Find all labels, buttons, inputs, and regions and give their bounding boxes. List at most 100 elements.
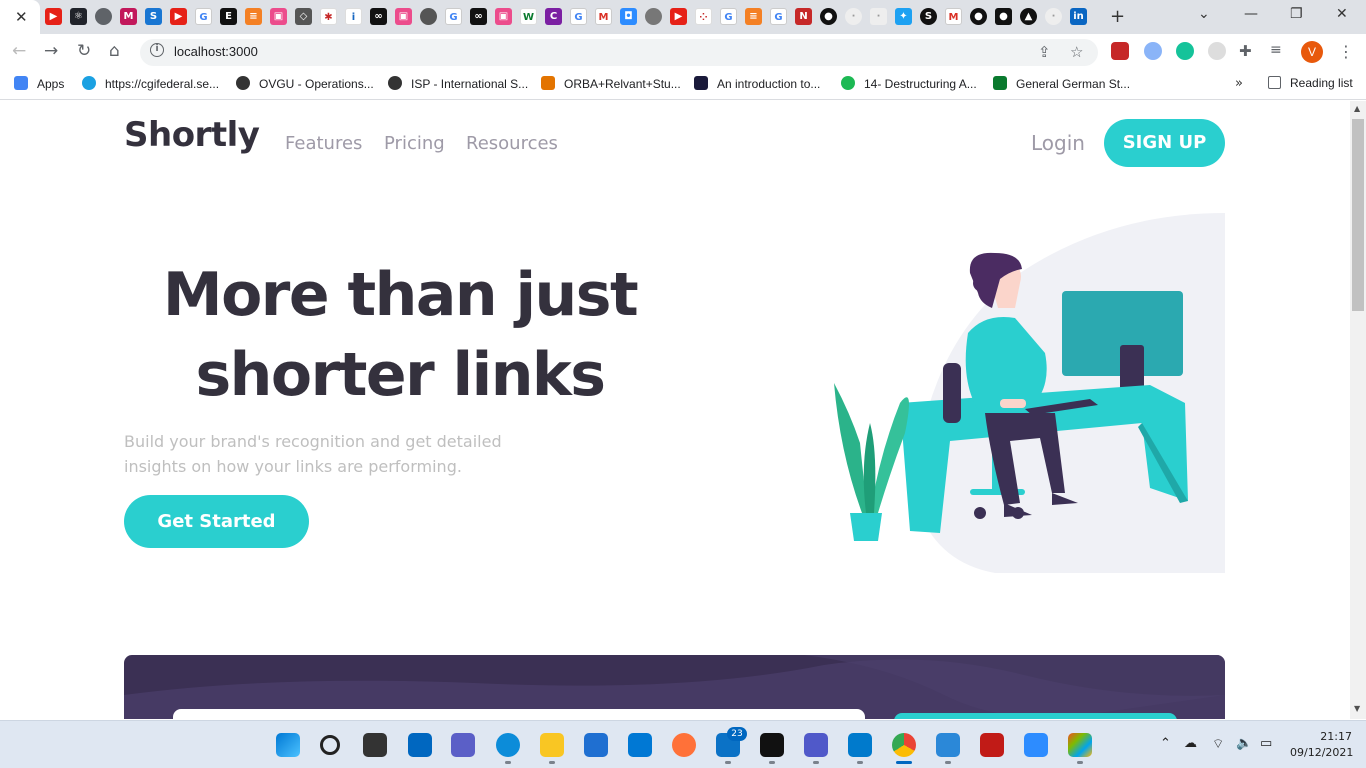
sj-tab-icon[interactable]: S xyxy=(920,8,937,25)
bookmark-item[interactable]: ISP - International S... xyxy=(388,76,528,94)
bookmark-apps[interactable]: Apps xyxy=(14,76,64,94)
stackoverflow-tab-icon[interactable]: ≡ xyxy=(745,8,762,25)
edge-icon[interactable] xyxy=(496,733,520,757)
nav-features[interactable]: Features xyxy=(285,133,362,154)
clock[interactable]: 21:17 09/12/2021 xyxy=(1290,729,1353,761)
signup-button[interactable]: SIGN UP xyxy=(1104,119,1225,167)
google-tab-icon[interactable]: G xyxy=(445,8,462,25)
blank-tab-icon[interactable]: · xyxy=(1045,8,1062,25)
nav-resources[interactable]: Resources xyxy=(466,133,558,154)
back-button[interactable]: ← xyxy=(12,41,26,61)
battery-icon[interactable]: ▭ xyxy=(1260,736,1272,751)
site-logo[interactable]: Shortly xyxy=(124,115,260,155)
grammarly-icon[interactable] xyxy=(1176,42,1194,60)
eh-tab-icon[interactable]: E xyxy=(220,8,237,25)
firefox-icon[interactable] xyxy=(672,733,696,757)
linkedin-tab-icon[interactable]: in xyxy=(1070,8,1087,25)
c-tab-icon[interactable]: C xyxy=(545,8,562,25)
reading-list-button[interactable]: Reading list xyxy=(1268,76,1353,90)
profile-avatar[interactable]: V xyxy=(1301,41,1323,63)
info-tab-icon[interactable]: i xyxy=(345,8,362,25)
file-explorer-icon[interactable] xyxy=(540,733,564,757)
url-text[interactable]: localhost:3000 xyxy=(174,44,258,59)
blank-tab-icon[interactable]: · xyxy=(845,8,862,25)
share-icon[interactable]: ⇪ xyxy=(1038,43,1051,61)
wifi-icon[interactable]: ⌔ xyxy=(1212,736,1224,752)
tab-search-icon[interactable]: ⌄ xyxy=(1198,6,1210,22)
tab-close-icon[interactable]: ✕ xyxy=(15,7,28,27)
bookmark-item[interactable]: 14- Destructuring A... xyxy=(841,76,977,94)
scroll-thumb[interactable] xyxy=(1352,119,1364,311)
chrome-icon[interactable] xyxy=(892,733,916,757)
github-tab-icon[interactable]: ● xyxy=(820,8,837,25)
app-icon[interactable] xyxy=(1068,733,1092,757)
home-button[interactable]: ⌂ xyxy=(109,41,120,61)
forward-button[interactable]: → xyxy=(44,41,58,61)
pink-tab-icon[interactable]: ▣ xyxy=(270,8,287,25)
link-tab-icon[interactable]: ∞ xyxy=(370,8,387,25)
bookmark-item[interactable]: OVGU - Operations... xyxy=(236,76,374,94)
globe-tab-icon[interactable] xyxy=(95,8,112,25)
github-tab-icon[interactable]: ● xyxy=(970,8,987,25)
scroll-down-icon[interactable]: ▼ xyxy=(1354,704,1360,713)
pink-tab-icon[interactable]: ▣ xyxy=(395,8,412,25)
login-link[interactable]: Login xyxy=(1031,131,1085,155)
chrome-menu-icon[interactable]: ⋮ xyxy=(1338,42,1354,61)
zoom-tab-icon[interactable]: ◘ xyxy=(620,8,637,25)
gmail-tab-icon[interactable]: M xyxy=(595,8,612,25)
blank-tab-icon[interactable]: · xyxy=(870,8,887,25)
extension-icon[interactable] xyxy=(1208,42,1226,60)
mail-icon[interactable] xyxy=(628,733,652,757)
google-tab-icon[interactable]: G xyxy=(570,8,587,25)
nav-pricing[interactable]: Pricing xyxy=(384,133,445,154)
google-tab-icon[interactable]: G xyxy=(720,8,737,25)
search-icon[interactable] xyxy=(320,735,340,755)
codesandbox-tab-icon[interactable]: ◇ xyxy=(295,8,312,25)
notepad-icon[interactable] xyxy=(936,733,960,757)
volume-icon[interactable]: 🔈 xyxy=(1236,736,1252,751)
bookmark-item[interactable]: An introduction to... xyxy=(694,76,820,94)
twitter-tab-icon[interactable]: ✦ xyxy=(895,8,912,25)
link-tab-icon[interactable]: ∞ xyxy=(470,8,487,25)
google-tab-icon[interactable]: G xyxy=(770,8,787,25)
media-control-icon[interactable]: ≡ xyxy=(1270,42,1288,60)
page-scrollbar[interactable]: ▲ ▼ xyxy=(1350,101,1366,719)
m-tab-icon[interactable]: M xyxy=(120,8,137,25)
onedrive-icon[interactable]: ☁ xyxy=(1184,736,1197,751)
widgets-icon[interactable] xyxy=(408,733,432,757)
start-icon[interactable] xyxy=(276,733,300,757)
close-window-button[interactable]: ✕ xyxy=(1336,6,1348,22)
acrobat-icon[interactable] xyxy=(980,733,1004,757)
stackoverflow-tab-icon[interactable]: ≡ xyxy=(245,8,262,25)
task-view-icon[interactable] xyxy=(363,733,387,757)
extension-icon[interactable] xyxy=(1111,42,1129,60)
tray-chevron-icon[interactable]: ⌃ xyxy=(1160,736,1171,751)
google-tab-icon[interactable]: G xyxy=(195,8,212,25)
reload-button[interactable]: ↻ xyxy=(77,41,91,61)
triangle-tab-icon[interactable]: ▲ xyxy=(1020,8,1037,25)
get-started-button[interactable]: Get Started xyxy=(124,495,309,548)
person-tab-icon[interactable]: ✱ xyxy=(320,8,337,25)
n-tab-icon[interactable]: N xyxy=(795,8,812,25)
w-tab-icon[interactable]: W xyxy=(520,8,537,25)
youtube-tab-icon[interactable]: ▶ xyxy=(170,8,187,25)
site-info-icon[interactable]: i xyxy=(150,43,164,57)
globe-tab-icon[interactable] xyxy=(645,8,662,25)
vscode-icon[interactable] xyxy=(848,733,872,757)
puzzle-icon[interactable]: ✚ xyxy=(1239,42,1257,60)
gmail-tab-icon[interactable]: M xyxy=(945,8,962,25)
shorten-url-input[interactable] xyxy=(173,709,865,719)
teams-icon[interactable] xyxy=(804,733,828,757)
terminal-icon[interactable] xyxy=(760,733,784,757)
bookmark-star-icon[interactable]: ☆ xyxy=(1070,43,1083,61)
address-bar[interactable]: i localhost:3000 ⇪ ☆ xyxy=(140,39,1098,66)
new-tab-button[interactable]: + xyxy=(1110,6,1125,27)
s-tab-icon[interactable]: S xyxy=(145,8,162,25)
bookmark-item[interactable]: https://cgifederal.se... xyxy=(82,76,219,94)
bookmark-item[interactable]: General German St... xyxy=(993,76,1130,94)
react-tab-icon[interactable]: ⚛ xyxy=(70,8,87,25)
maximize-button[interactable]: ❐ xyxy=(1290,6,1303,22)
store-icon[interactable] xyxy=(584,733,608,757)
more-bookmarks-button[interactable]: » xyxy=(1235,76,1243,91)
chat-icon[interactable] xyxy=(451,733,475,757)
